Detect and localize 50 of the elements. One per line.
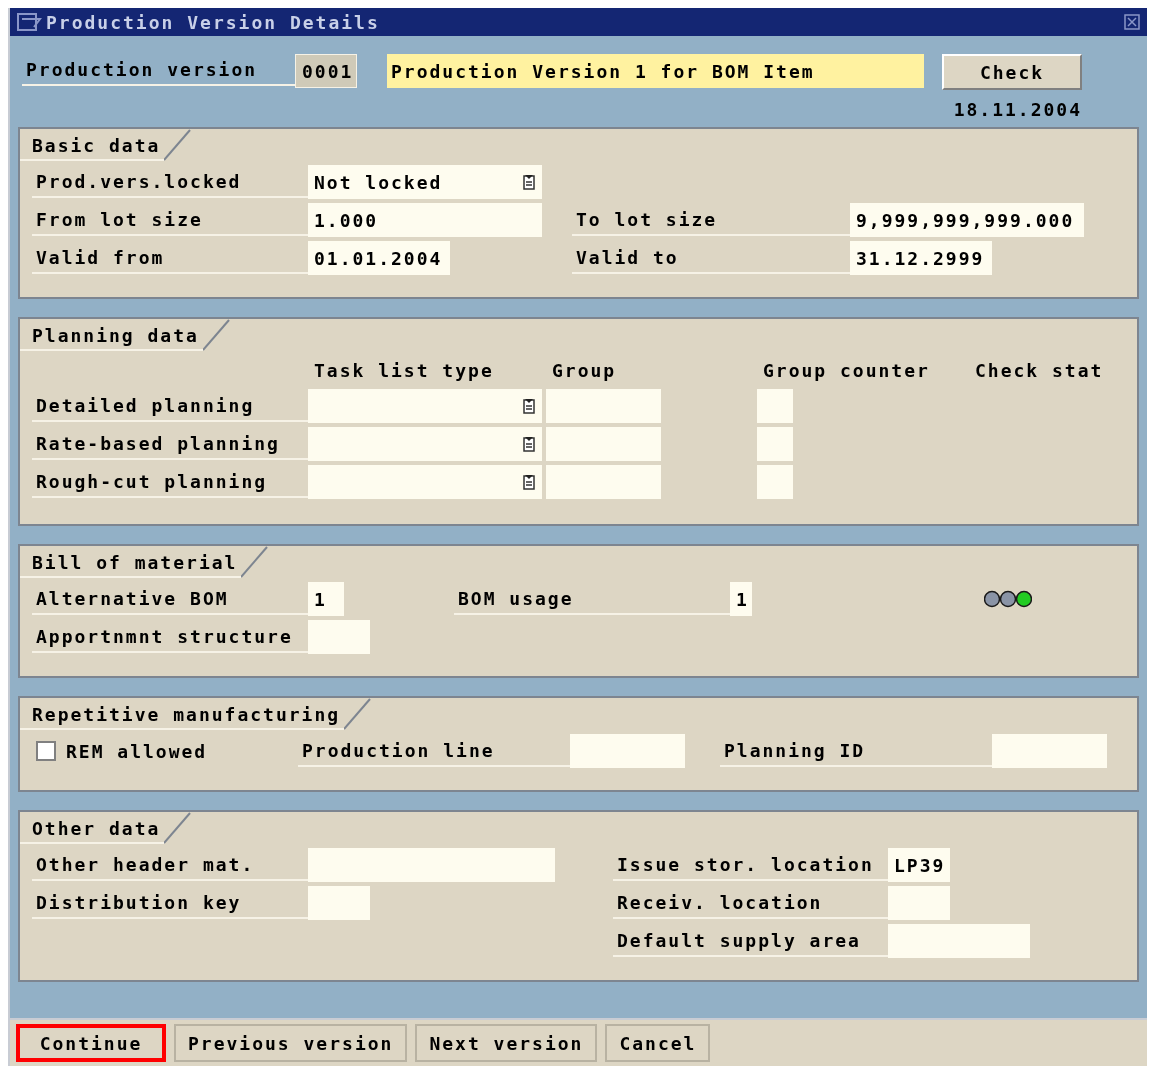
- input-field[interactable]: 1: [730, 582, 752, 616]
- version-field[interactable]: 0001: [295, 54, 357, 88]
- group-title: Planning data: [20, 321, 203, 351]
- input-field[interactable]: [570, 734, 685, 768]
- input-field[interactable]: [992, 734, 1107, 768]
- dropdown-icon[interactable]: [522, 435, 536, 453]
- input-field[interactable]: Not locked: [308, 165, 542, 199]
- input-field[interactable]: 1: [308, 582, 344, 616]
- input-field[interactable]: [757, 465, 793, 499]
- group-title: Basic data: [20, 131, 165, 161]
- input-field[interactable]: [888, 924, 1030, 958]
- input-field[interactable]: [308, 389, 542, 423]
- input-field[interactable]: 31.12.2999: [850, 241, 992, 275]
- input-field[interactable]: [546, 427, 661, 461]
- input-field[interactable]: 1.000: [308, 203, 542, 237]
- dialog-button[interactable]: Previous version: [174, 1024, 408, 1062]
- window-title: Production Version Details: [46, 10, 380, 35]
- dropdown-icon[interactable]: [522, 473, 536, 491]
- dialog-button[interactable]: Cancel: [605, 1024, 711, 1062]
- column-header: Group counter: [763, 358, 931, 383]
- input-field[interactable]: [546, 465, 661, 499]
- column-header: Check stat: [975, 358, 1104, 383]
- description-field[interactable]: Production Version 1 for BOM Item: [387, 54, 924, 88]
- input-field[interactable]: [757, 389, 793, 423]
- column-header: Group: [552, 358, 618, 383]
- input-field[interactable]: 01.01.2004: [308, 241, 450, 275]
- column-header: Task list type: [314, 358, 495, 383]
- group-title: Other data: [20, 814, 165, 844]
- dialog-button[interactable]: Next version: [415, 1024, 598, 1062]
- input-field[interactable]: [308, 886, 370, 920]
- input-field[interactable]: 9,999,999,999.000: [850, 203, 1084, 237]
- input-field[interactable]: [308, 620, 370, 654]
- group-title: Bill of material: [20, 548, 242, 578]
- window-menu-icon[interactable]: [16, 12, 42, 32]
- checkbox[interactable]: [36, 741, 56, 761]
- input-field[interactable]: [546, 389, 661, 423]
- checkbox-label: REM allowed: [66, 739, 209, 764]
- input-field[interactable]: [308, 465, 542, 499]
- input-field[interactable]: [308, 427, 542, 461]
- close-icon[interactable]: [1123, 13, 1141, 31]
- input-field[interactable]: [888, 886, 950, 920]
- date-text: 18.11.2004: [953, 98, 1082, 122]
- input-field[interactable]: LP39: [888, 848, 950, 882]
- input-field[interactable]: [308, 848, 555, 882]
- group-title: Repetitive manufacturing: [20, 700, 345, 730]
- dialog-button[interactable]: Continue: [16, 1024, 166, 1062]
- check-button[interactable]: Check: [942, 54, 1082, 90]
- input-field[interactable]: [757, 427, 793, 461]
- dropdown-icon[interactable]: [522, 397, 536, 415]
- dropdown-icon[interactable]: [522, 173, 536, 191]
